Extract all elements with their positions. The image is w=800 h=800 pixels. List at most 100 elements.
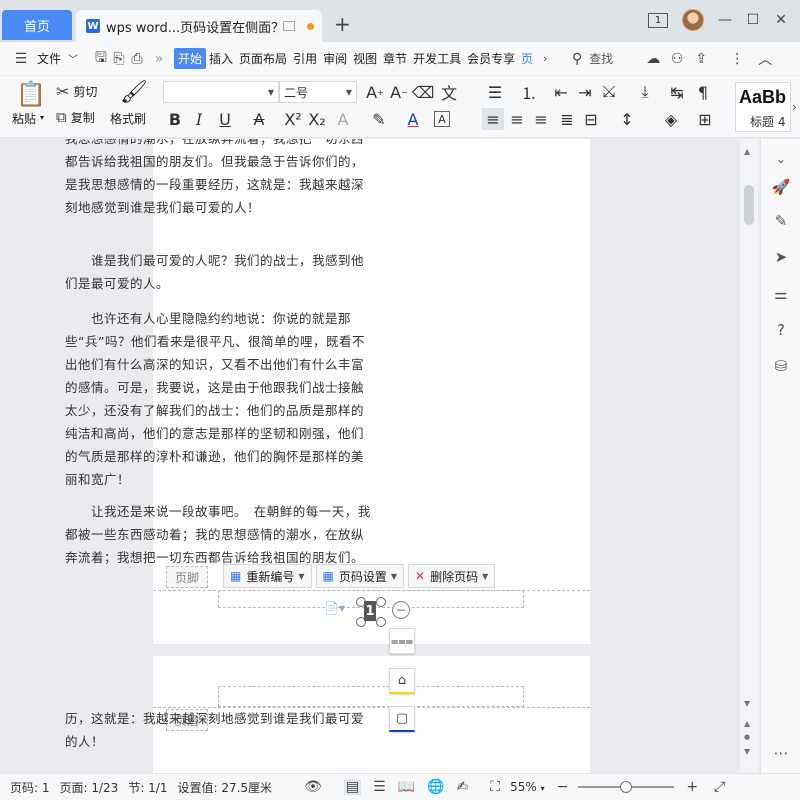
page-number-value[interactable]: 1 — [364, 601, 376, 621]
tab-developer[interactable]: 开发工具 — [410, 50, 464, 67]
shrink-font-icon[interactable]: A − — [388, 81, 410, 103]
web-view-icon[interactable]: 🌐 — [427, 779, 444, 795]
menu-file[interactable]: 文件 — [34, 50, 64, 67]
underline-icon[interactable]: U — [214, 108, 236, 130]
avatar[interactable] — [682, 9, 704, 31]
reading-view-icon[interactable]: 📖 — [398, 779, 415, 795]
rocket-icon[interactable]: 🚀 — [771, 177, 791, 197]
backup-icon[interactable]: ⛁ — [771, 356, 791, 376]
tab-page[interactable]: 页 — [518, 50, 536, 67]
copy-button[interactable]: ⧉ 复制 — [56, 108, 95, 126]
more-quick-icon[interactable]: » — [150, 50, 168, 68]
zoom-in-icon[interactable]: + — [686, 779, 698, 795]
prev-page-icon[interactable]: ▲ — [744, 719, 750, 728]
status-section[interactable]: 节: 1/1 — [128, 779, 167, 796]
bold-icon[interactable]: B — [164, 108, 186, 130]
collaborate-icon[interactable]: ⚇ — [668, 50, 686, 68]
superscript-icon[interactable]: X² — [282, 108, 304, 130]
scroll-up-icon[interactable]: ▲ — [744, 147, 750, 156]
zoom-out-icon[interactable]: − — [557, 779, 569, 795]
document-area[interactable]: 我思想感情的潮水，在放纵奔流着；我想把一切东西都告诉给我祖国的朋友们。但我最急于… — [0, 139, 760, 773]
delete-page-number-button[interactable]: ✕ 删除页码 ▼ — [408, 564, 496, 588]
save-icon[interactable]: 🖫 — [92, 50, 110, 68]
bullet-list-icon[interactable]: ☰ — [484, 81, 506, 103]
text-effect-icon[interactable]: A — [332, 108, 354, 130]
tab-document[interactable]: W wps word...页码设置在侧面？ — [76, 10, 322, 42]
search-icon[interactable]: ⚲ — [568, 50, 586, 68]
print-icon[interactable]: ⎙ — [128, 50, 146, 68]
paste-options-icon[interactable]: 📄▾ — [324, 601, 345, 615]
tab-review[interactable]: 审阅 — [320, 50, 350, 67]
font-name-select[interactable]: ▼ — [163, 81, 279, 103]
tab-view[interactable]: 视图 — [350, 50, 380, 67]
borders-icon[interactable]: ⊞ — [694, 108, 716, 130]
border-style-icon[interactable]: ▢ — [389, 706, 415, 732]
header-box[interactable] — [218, 686, 524, 707]
resize-handle[interactable] — [376, 617, 386, 627]
style-heading-4[interactable]: AaBb 标题 4 — [735, 82, 791, 132]
tab-home-ribbon[interactable]: 开始 — [174, 48, 207, 69]
close-icon[interactable]: ✕ — [774, 12, 788, 28]
renumber-button[interactable]: ▦ 重新编号 ▼ — [223, 564, 312, 588]
show-marks-icon[interactable]: ¶ — [692, 81, 714, 103]
zoom-select[interactable]: 55% ▾ — [510, 780, 545, 794]
ribbon-scroll-right-icon[interactable]: › — [792, 100, 797, 114]
format-painter-icon[interactable]: 🖌 — [120, 80, 148, 105]
page-badge[interactable]: 1 — [648, 12, 668, 28]
italic-icon[interactable]: I — [188, 108, 210, 130]
chevron-right-icon[interactable]: › — [536, 50, 554, 68]
align-right-icon[interactable]: ≡ — [530, 108, 552, 130]
export-icon[interactable]: ⎘ — [110, 50, 128, 68]
vertical-scrollbar[interactable]: ▲ ▼ ▲ ● ▼ — [740, 139, 758, 773]
phonetic-icon[interactable]: 文 — [438, 81, 460, 103]
decrease-indent-icon[interactable]: ⇤ — [550, 81, 572, 103]
search-label[interactable]: 查找 — [586, 50, 616, 67]
cursor-icon[interactable]: ➤ — [771, 247, 791, 267]
minimize-icon[interactable]: — — [718, 12, 732, 28]
chinese-layout-icon[interactable]: ⤩ — [598, 81, 620, 103]
clear-format-icon[interactable]: ⌫ — [412, 81, 435, 103]
scroll-thumb[interactable] — [744, 185, 754, 225]
numbered-list-icon[interactable]: ⒈ — [518, 81, 540, 103]
tab-home[interactable]: 首页 — [2, 10, 72, 40]
distributed-icon[interactable]: ⊟ — [580, 108, 602, 130]
char-border-icon[interactable]: A — [434, 111, 450, 127]
highlight-icon[interactable]: ✎ — [368, 108, 390, 130]
help-icon[interactable]: ? — [771, 320, 791, 340]
grow-font-icon[interactable]: A + — [364, 81, 386, 103]
maximize-icon[interactable]: ☐ — [746, 12, 760, 28]
cloud-sync-icon[interactable]: ☁ — [644, 50, 662, 68]
font-size-select[interactable]: 二号 ▼ — [279, 81, 357, 103]
justify-icon[interactable]: ≣ — [556, 108, 578, 130]
status-setting[interactable]: 设置值: 27.5厘米 — [177, 779, 272, 796]
cut-button[interactable]: ✂ 剪切 — [56, 82, 97, 101]
paste-button[interactable]: 📋 — [16, 80, 46, 108]
remove-page-number-icon[interactable]: − — [392, 601, 410, 619]
tab-insert[interactable]: 插入 — [206, 50, 236, 67]
scroll-down-icon[interactable]: ▼ — [744, 699, 750, 708]
page-number-frame[interactable]: 1 — [356, 597, 386, 627]
tab-member[interactable]: 会员专享 — [464, 50, 518, 67]
tab-page-layout[interactable]: 页面布局 — [236, 50, 290, 67]
align-center-icon[interactable]: ≡ — [506, 108, 528, 130]
pen-icon[interactable]: ✎ — [771, 211, 791, 231]
chevron-down-icon[interactable]: ﹀ — [64, 50, 82, 68]
new-tab-button[interactable]: + — [334, 12, 351, 36]
hamburger-menu-icon[interactable]: ☰ — [12, 50, 30, 68]
fit-page-icon[interactable]: ⛶ — [490, 779, 500, 795]
sliders-icon[interactable]: ⚌ — [771, 284, 791, 304]
zoom-slider-knob[interactable] — [620, 781, 633, 793]
tab-references[interactable]: 引用 — [290, 50, 320, 67]
increase-indent-icon[interactable]: ⇥ — [574, 81, 596, 103]
paste-label[interactable]: 粘贴 — [12, 110, 36, 127]
more-options-icon[interactable]: ⋮ — [728, 50, 746, 68]
page-view-icon[interactable]: ▤ — [343, 779, 362, 795]
line-spacing-icon[interactable]: ↕ — [616, 108, 638, 130]
select-browse-icon[interactable]: ● — [744, 733, 750, 741]
panel-collapse-icon[interactable]: ⌄ — [771, 149, 791, 169]
outline-view-icon[interactable]: ☰ — [373, 779, 386, 795]
more-icon[interactable]: ⋯ — [771, 743, 791, 763]
status-page-code[interactable]: 页码: 1 — [10, 779, 50, 796]
footer-format-icon[interactable]: ⩶ — [389, 628, 415, 654]
share-icon[interactable]: ⇪ — [692, 50, 710, 68]
